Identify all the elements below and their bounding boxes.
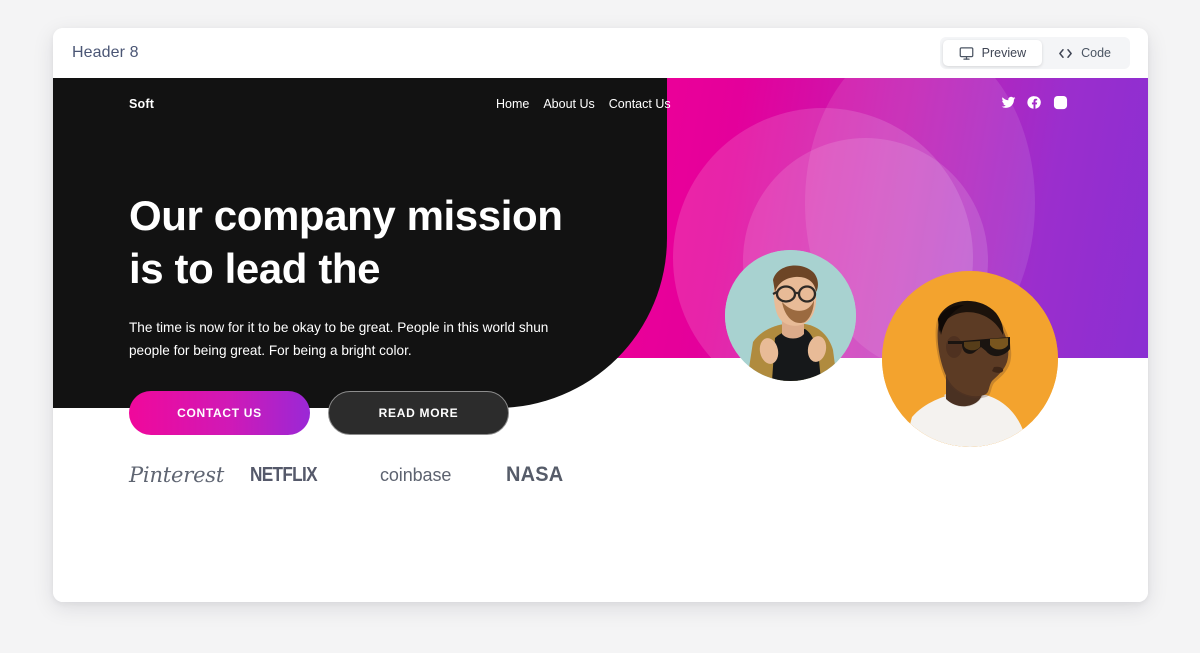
editor-toolbar: Header 8 Preview Code xyxy=(53,28,1148,78)
hero-heading-line-2: is to lead the xyxy=(129,244,381,292)
coinbase-logo: coinbase xyxy=(380,464,452,485)
brand-logo-strip: Pinterest NETFLIX coinbase NASA xyxy=(129,452,649,498)
nav-item-about-us[interactable]: About Us xyxy=(543,97,594,111)
pinterest-logo: Pinterest xyxy=(129,463,225,487)
view-mode-toggle[interactable]: Preview Code xyxy=(939,37,1130,69)
social-links xyxy=(1001,95,1068,110)
hero-heading: Our company mission is to lead the xyxy=(129,190,599,295)
nav-item-contact-us[interactable]: Contact Us xyxy=(609,97,671,111)
code-tab-label: Code xyxy=(1081,46,1111,60)
hero-cta-group: CONTACT US READ MORE xyxy=(129,390,599,435)
contact-us-button[interactable]: CONTACT US xyxy=(129,390,310,435)
site-navbar: Soft Home About Us Contact Us xyxy=(53,78,1148,132)
hero-paragraph: The time is now for it to be okay to be … xyxy=(129,320,549,359)
brand-logo[interactable]: Soft xyxy=(129,97,154,111)
hero-heading-line-1: Our company mission xyxy=(129,192,563,239)
editor-card: Header 8 Preview Code Soft Home About Us… xyxy=(53,28,1148,602)
instagram-icon[interactable] xyxy=(1053,95,1068,110)
preview-tab[interactable]: Preview xyxy=(942,40,1043,66)
nav-links: Home About Us Contact Us xyxy=(496,97,671,111)
code-brackets-icon xyxy=(1058,46,1073,61)
portrait-bearded-man-glasses xyxy=(725,250,856,381)
code-tab[interactable]: Code xyxy=(1042,40,1127,66)
preview-canvas: Soft Home About Us Contact Us Our compan… xyxy=(53,78,1148,602)
monitor-icon xyxy=(959,46,974,61)
facebook-icon[interactable] xyxy=(1027,95,1042,110)
portrait-man-sunglasses xyxy=(882,271,1058,447)
page-title: Header 8 xyxy=(72,44,139,61)
netflix-logo: NETFLIX xyxy=(250,463,318,486)
nav-item-home[interactable]: Home xyxy=(496,97,529,111)
hero-content: Our company mission is to lead the The t… xyxy=(129,190,599,435)
read-more-button[interactable]: READ MORE xyxy=(328,390,509,435)
preview-tab-label: Preview xyxy=(981,46,1027,60)
nasa-logo: NASA xyxy=(506,463,564,486)
twitter-icon[interactable] xyxy=(1001,95,1016,110)
